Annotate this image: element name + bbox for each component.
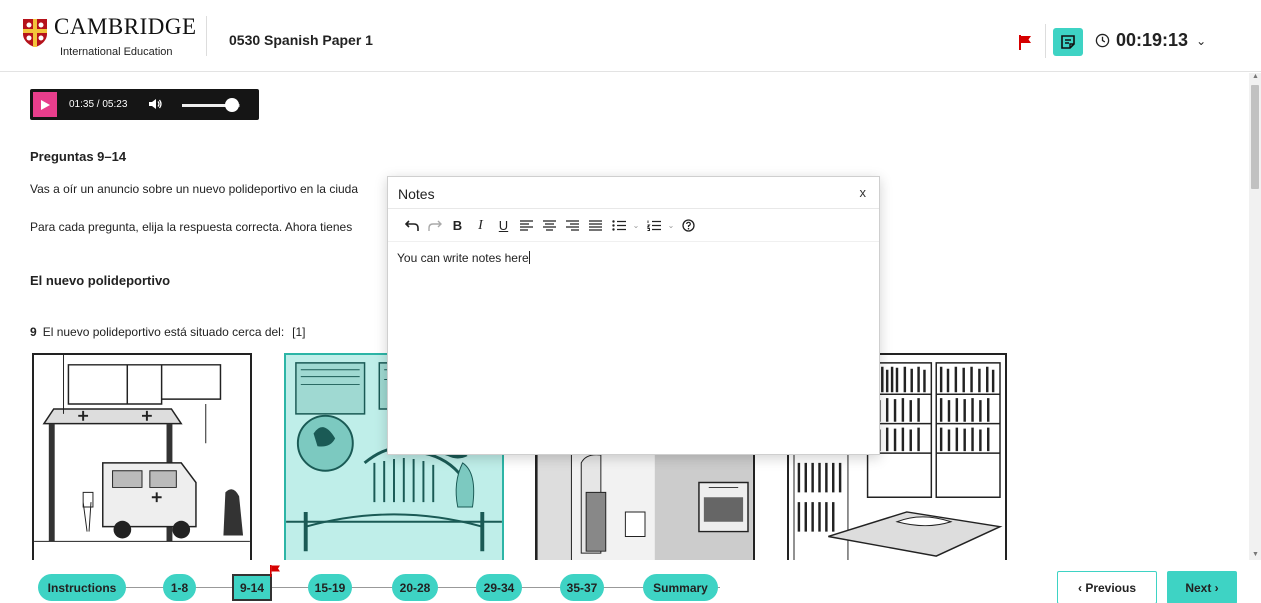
chevron-down-icon[interactable]: ⌄ (1196, 34, 1206, 48)
notes-toolbar: B I U ⌄ ⌄ (388, 210, 879, 242)
next-button[interactable]: Next › (1167, 571, 1237, 603)
question-number: 9 (30, 325, 37, 339)
flag-icon[interactable] (1016, 33, 1034, 51)
footer-nav: Instructions 1-8 9-14 15-19 20-28 29-34 … (0, 560, 1261, 603)
nav-29-34[interactable]: 29-34 (476, 574, 522, 601)
play-button[interactable] (33, 92, 57, 117)
shield-icon (23, 19, 47, 47)
nav-9-14[interactable]: 9-14 (232, 574, 272, 601)
close-icon[interactable]: x (860, 185, 867, 200)
section-heading: Preguntas 9–14 (30, 149, 127, 164)
text-caret (528, 251, 530, 264)
flag-icon (270, 565, 280, 577)
notes-editor[interactable]: You can write notes here (397, 251, 530, 265)
nav-1-8[interactable]: 1-8 (163, 574, 196, 601)
audio-time: 01:35 / 05:23 (69, 99, 128, 110)
previous-button[interactable]: ‹ Previous (1057, 571, 1157, 603)
chevron-down-icon[interactable]: ⌄ (630, 221, 642, 230)
timer[interactable]: 00:19:13 ⌄ (1095, 30, 1206, 51)
question-9: 9 El nuevo polideportivo está situado cer… (30, 325, 306, 339)
notes-panel: Notes x B I U ⌄ ⌄ You can write notes he… (387, 176, 880, 455)
help-icon[interactable] (677, 214, 700, 238)
redo-icon[interactable] (423, 214, 446, 238)
notes-icon (1061, 35, 1075, 49)
numbered-list-icon[interactable] (642, 214, 665, 238)
align-left-icon[interactable] (515, 214, 538, 238)
scroll-down-icon[interactable]: ▼ (1252, 551, 1259, 558)
notes-button[interactable] (1053, 28, 1083, 56)
exam-app: CAMBRIDGE International Education 0530 S… (0, 0, 1261, 603)
underline-icon[interactable]: U (492, 214, 515, 238)
align-center-icon[interactable] (538, 214, 561, 238)
brand-name: CAMBRIDGE (54, 14, 197, 39)
brand-subtitle: International Education (60, 46, 173, 58)
audio-player: 01:35 / 05:23 (30, 89, 259, 120)
volume-fill (182, 104, 226, 107)
notes-text: You can write notes here (397, 251, 529, 265)
instructions-line-2: Para cada pregunta, elija la respuesta c… (30, 220, 353, 234)
scroll-up-icon[interactable]: ▲ (1252, 73, 1259, 80)
align-right-icon[interactable] (561, 214, 584, 238)
instructions-line-1: Vas a oír un anuncio sobre un nuevo poli… (30, 182, 359, 196)
question-text: El nuevo polideportivo está situado cerc… (42, 325, 285, 339)
volume-icon[interactable] (147, 96, 163, 112)
nav-instructions[interactable]: Instructions (38, 574, 126, 601)
section-title: El nuevo polideportivo (30, 273, 171, 288)
scroll-thumb[interactable] (1251, 85, 1259, 189)
cambridge-logo: CAMBRIDGE International Education (22, 14, 212, 62)
scrollbar[interactable]: ▲ ▼ (1249, 73, 1261, 560)
header-divider-2 (1045, 24, 1046, 58)
notes-header: Notes x (388, 177, 879, 209)
header: CAMBRIDGE International Education 0530 S… (0, 0, 1261, 72)
align-justify-icon[interactable] (584, 214, 607, 238)
option-hospital[interactable] (32, 353, 252, 560)
play-icon (41, 99, 50, 110)
notes-title: Notes (398, 186, 435, 202)
nav-15-19[interactable]: 15-19 (308, 574, 352, 601)
volume-knob[interactable] (225, 98, 239, 112)
timer-value: 00:19:13 (1116, 30, 1189, 50)
undo-icon[interactable] (400, 214, 423, 238)
bullet-list-icon[interactable] (607, 214, 630, 238)
nav-20-28[interactable]: 20-28 (392, 574, 438, 601)
nav-summary[interactable]: Summary (643, 574, 718, 601)
clock-icon (1095, 33, 1110, 48)
question-marks: [1] (292, 325, 306, 339)
bold-icon[interactable]: B (446, 214, 469, 238)
italic-icon[interactable]: I (469, 214, 492, 238)
nav-35-37[interactable]: 35-37 (560, 574, 604, 601)
chevron-down-icon[interactable]: ⌄ (665, 221, 677, 230)
header-divider (206, 16, 207, 56)
paper-title: 0530 Spanish Paper 1 (229, 32, 373, 48)
hospital-illustration (34, 355, 250, 560)
